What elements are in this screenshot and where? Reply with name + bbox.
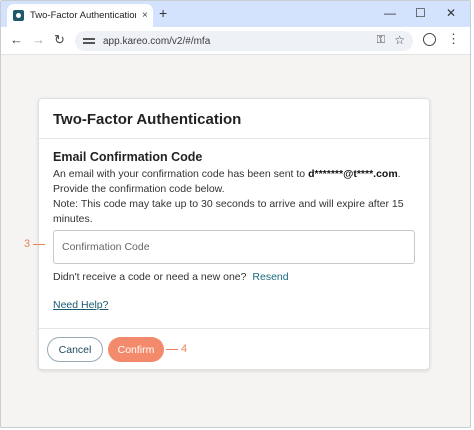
section-title: Email Confirmation Code bbox=[53, 150, 203, 164]
reload-icon[interactable]: ↻ bbox=[54, 33, 65, 47]
browser-toolbar: ← → ↻ app.kareo.com/v2/#/mfa ⚿ ☆ ⋮ bbox=[1, 27, 470, 55]
desc-prefix: An email with your confirmation code has… bbox=[53, 168, 309, 180]
browser-window: Two-Factor Authentication | Tebra × + — … bbox=[0, 0, 471, 428]
confirmation-code-input[interactable] bbox=[53, 230, 415, 264]
confirm-button[interactable]: Confirm bbox=[108, 337, 164, 362]
callout-3: 3 bbox=[24, 238, 46, 250]
resend-prompt: Didn't receive a code or need a new one? bbox=[53, 271, 247, 283]
need-help-link[interactable]: Need Help? bbox=[53, 299, 108, 311]
mfa-card: Two-Factor Authentication Email Confirma… bbox=[38, 98, 430, 370]
url-text[interactable]: app.kareo.com/v2/#/mfa bbox=[103, 36, 210, 47]
back-icon[interactable]: ← bbox=[10, 33, 23, 47]
tab-close-icon[interactable]: × bbox=[142, 10, 148, 21]
callout-4-number: 4 bbox=[181, 343, 188, 355]
tab-title: Two-Factor Authentication | Tebra bbox=[30, 10, 136, 21]
callout-4-line bbox=[166, 348, 178, 350]
footer-divider bbox=[39, 328, 429, 329]
callout-4: 4 bbox=[166, 343, 187, 355]
card-title: Two-Factor Authentication bbox=[53, 111, 242, 128]
instructions-text: An email with your confirmation code has… bbox=[53, 167, 423, 227]
menu-icon[interactable]: ⋮ bbox=[447, 32, 460, 46]
address-bar[interactable]: app.kareo.com/v2/#/mfa ⚿ ☆ bbox=[75, 31, 413, 51]
profile-icon[interactable] bbox=[423, 33, 436, 46]
tebra-favicon-icon bbox=[13, 10, 24, 21]
resend-row: Didn't receive a code or need a new one?… bbox=[53, 271, 289, 283]
forward-icon[interactable]: → bbox=[32, 33, 45, 47]
title-divider bbox=[39, 138, 429, 139]
resend-link[interactable]: Resend bbox=[252, 271, 288, 283]
maximize-icon[interactable]: ☐ bbox=[415, 6, 426, 20]
cancel-button[interactable]: Cancel bbox=[47, 337, 103, 362]
site-info-icon[interactable] bbox=[83, 36, 95, 46]
tab-strip: Two-Factor Authentication | Tebra × + — … bbox=[1, 1, 470, 27]
callout-3-line bbox=[33, 243, 46, 245]
expiry-note: Note: This code may take up to 30 second… bbox=[53, 198, 404, 225]
new-tab-button[interactable]: + bbox=[159, 6, 167, 20]
bookmark-star-icon[interactable]: ☆ bbox=[394, 33, 405, 47]
callout-3-number: 3 bbox=[24, 238, 31, 250]
window-close-icon[interactable]: ✕ bbox=[446, 6, 456, 20]
password-key-icon[interactable]: ⚿ bbox=[377, 34, 385, 47]
masked-email: d*******@t****.com bbox=[308, 168, 398, 180]
minimize-icon[interactable]: — bbox=[384, 6, 396, 20]
tab-active[interactable]: Two-Factor Authentication | Tebra × bbox=[7, 4, 153, 27]
